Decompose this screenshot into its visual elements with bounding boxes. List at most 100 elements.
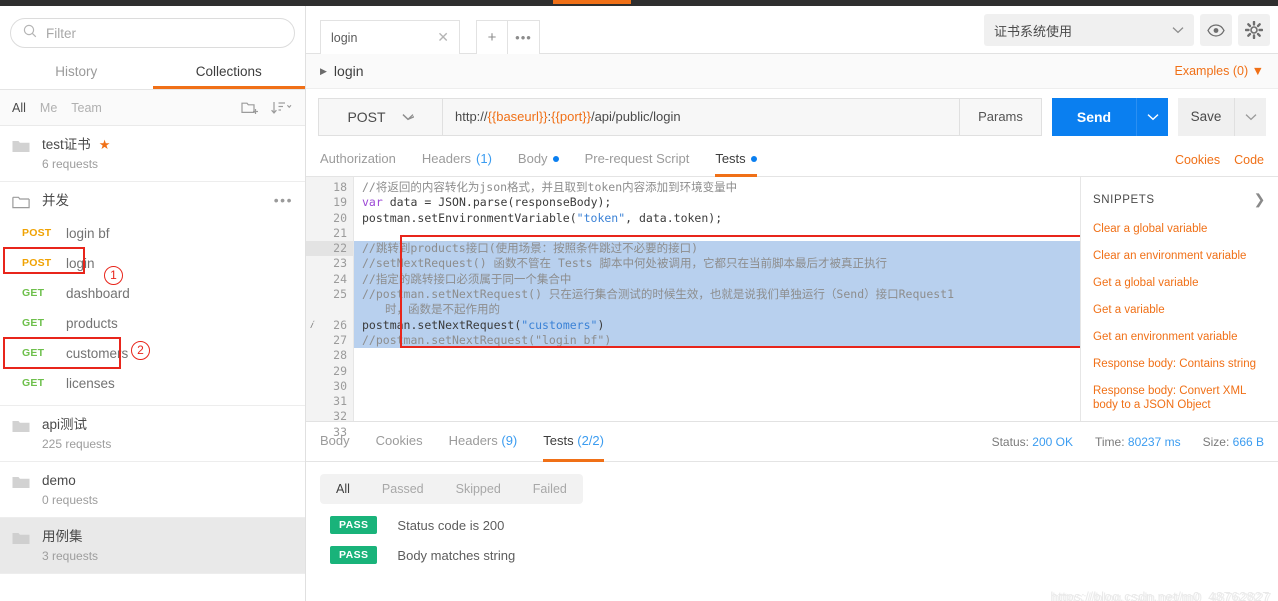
snippet-item[interactable]: Get an environment variable — [1093, 330, 1266, 344]
more-options-icon[interactable]: ••• — [274, 192, 293, 208]
environment-selector[interactable]: 证书系统使用 — [984, 14, 1194, 46]
filter-all[interactable]: All — [320, 474, 366, 504]
status-value: 200 OK — [1032, 434, 1073, 449]
tab-history[interactable]: History — [0, 56, 153, 89]
send-options-chevron-down-icon[interactable] — [1136, 97, 1168, 136]
filter-failed[interactable]: Failed — [517, 474, 583, 504]
http-method-selector[interactable]: POST — [318, 97, 442, 136]
request-item-dashboard[interactable]: GET dashboard — [0, 278, 305, 308]
snippets-header: SNIPPETS ❯ — [1093, 191, 1266, 208]
url-segment: http:// — [455, 109, 488, 124]
snippet-item[interactable]: Clear a global variable — [1093, 222, 1266, 236]
tab-collections[interactable]: Collections — [152, 56, 305, 89]
filter-passed[interactable]: Passed — [366, 474, 440, 504]
send-button[interactable]: Send — [1052, 97, 1136, 136]
save-button[interactable]: Save — [1178, 97, 1234, 136]
snippet-item[interactable]: Get a variable — [1093, 303, 1266, 317]
search-icon — [23, 24, 37, 43]
collection-name: api测试 — [42, 417, 88, 432]
tab-tests[interactable]: Tests — [715, 144, 757, 177]
params-button[interactable]: Params — [960, 97, 1042, 136]
response-tab-tests[interactable]: Tests (2/2) — [543, 422, 604, 462]
code-link[interactable]: Code — [1234, 153, 1264, 167]
tab-authorization[interactable]: Authorization — [320, 144, 396, 177]
collection-item[interactable]: demo 0 requests — [0, 462, 305, 518]
tests-script-editor[interactable]: 18 19 20 21 22 23 24 25 𝑖 26 27 28 29 30 … — [306, 177, 1278, 439]
eye-icon[interactable] — [1200, 14, 1232, 46]
code-line-wrapped: 时，函数是不起作用的 — [354, 302, 1080, 318]
tab-body[interactable]: Body — [518, 144, 559, 177]
filter-skipped[interactable]: Skipped — [440, 474, 517, 504]
caret-right-icon[interactable]: ▶ — [320, 66, 327, 77]
request-name: customers — [66, 345, 129, 361]
test-result-filters: All Passed Skipped Failed — [320, 474, 583, 504]
collection-item[interactable]: api测试 225 requests — [0, 406, 305, 462]
request-name: login — [66, 255, 95, 271]
code-line: var data = JSON.parse(responseBody); — [362, 195, 612, 210]
collection-item[interactable]: 用例集 3 requests — [0, 518, 305, 574]
tab-headers[interactable]: Headers (1) — [422, 144, 492, 177]
gear-icon[interactable] — [1238, 14, 1270, 46]
line-number: 29 — [333, 363, 347, 378]
main-panel: login ✕ + ••• 证书系统使用 ▶ login Examples (0… — [306, 6, 1278, 601]
snippet-item[interactable]: Response body: Convert XML body to a JSO… — [1093, 384, 1266, 412]
snippet-item[interactable]: Get a global variable — [1093, 276, 1266, 290]
line-number: 20 — [333, 210, 347, 225]
star-icon[interactable]: ★ — [99, 137, 111, 153]
save-options-chevron-down-icon[interactable] — [1234, 97, 1266, 136]
cookies-link[interactable]: Cookies — [1175, 153, 1220, 167]
request-item-login[interactable]: POST login — [0, 248, 305, 278]
watermark-text-b: https://blog.csdn.net/m0_48762827 — [1052, 590, 1272, 601]
line-number-wrap — [306, 302, 353, 317]
test-result-row: PASS Status code is 200 — [306, 504, 1278, 534]
time-value: 80237 ms — [1127, 434, 1181, 449]
request-section-tabs: Authorization Headers (1) Body Pre-reques… — [306, 144, 1278, 177]
chevron-right-icon[interactable]: ❯ — [1254, 191, 1266, 208]
request-item-login-bf[interactable]: POST login bf — [0, 218, 305, 248]
scope-filter-all[interactable]: All — [12, 101, 26, 115]
collection-item[interactable]: test证书 ★ 6 requests — [0, 126, 305, 182]
url-input[interactable]: http://{{baseurl}}: {{port}}/api/public/l… — [442, 97, 960, 136]
collection-requests-list: POST login bf POST login GET dashboard G… — [0, 218, 305, 398]
request-method: GET — [22, 377, 45, 389]
folder-open-icon — [12, 195, 30, 214]
response-tab-cookies[interactable]: Cookies — [376, 422, 423, 462]
examples-link[interactable]: Examples (0) ▼ — [1175, 64, 1265, 78]
close-icon[interactable]: ✕ — [437, 29, 449, 46]
scope-filter-team[interactable]: Team — [71, 101, 102, 115]
tab-pre-request-script[interactable]: Pre-request Script — [585, 144, 690, 177]
snippet-item[interactable]: Clear an environment variable — [1093, 249, 1266, 263]
request-method: POST — [22, 257, 52, 269]
collection-name: test证书 — [42, 137, 91, 152]
test-name: Status code is 200 — [397, 517, 505, 533]
line-number: 27 — [333, 332, 347, 347]
collection-request-count: 6 requests — [42, 157, 99, 171]
page-title: login — [333, 63, 364, 79]
new-folder-icon[interactable] — [241, 100, 259, 115]
size-value: 666 B — [1232, 434, 1264, 449]
collection-item[interactable]: 并发 ••• — [0, 182, 305, 218]
request-item-licenses[interactable]: GET licenses — [0, 368, 305, 398]
snippets-title: SNIPPETS — [1093, 193, 1155, 206]
editor-code-area[interactable]: //将返回的内容转化为json格式，并且取到token内容添加到环境变量中 va… — [354, 177, 1080, 421]
plus-icon[interactable]: + — [476, 20, 508, 54]
request-name: licenses — [66, 375, 115, 391]
request-item-customers[interactable]: GET customers — [0, 338, 305, 368]
scope-filter-me[interactable]: Me — [40, 101, 57, 115]
folder-icon — [12, 139, 30, 158]
more-options-icon[interactable]: ••• — [508, 20, 540, 54]
request-tab-login[interactable]: login ✕ — [320, 20, 460, 54]
code-line: //postman.setNextRequest() 只在运行集合测试的时候生效… — [354, 287, 1080, 303]
sort-descending-icon[interactable] — [271, 101, 293, 115]
search-box[interactable] — [10, 18, 295, 48]
response-tab-headers[interactable]: Headers (9) — [449, 422, 518, 462]
collection-name: 并发 — [42, 193, 69, 208]
watermark-text-a: https://blog.csdn.net/m0_48762827 — [1050, 589, 1270, 601]
snippet-item[interactable]: Response body: Contains string — [1093, 357, 1266, 371]
search-input[interactable] — [46, 25, 282, 41]
response-size: Size: 666 B — [1202, 434, 1264, 449]
request-item-products[interactable]: GET products — [0, 308, 305, 338]
